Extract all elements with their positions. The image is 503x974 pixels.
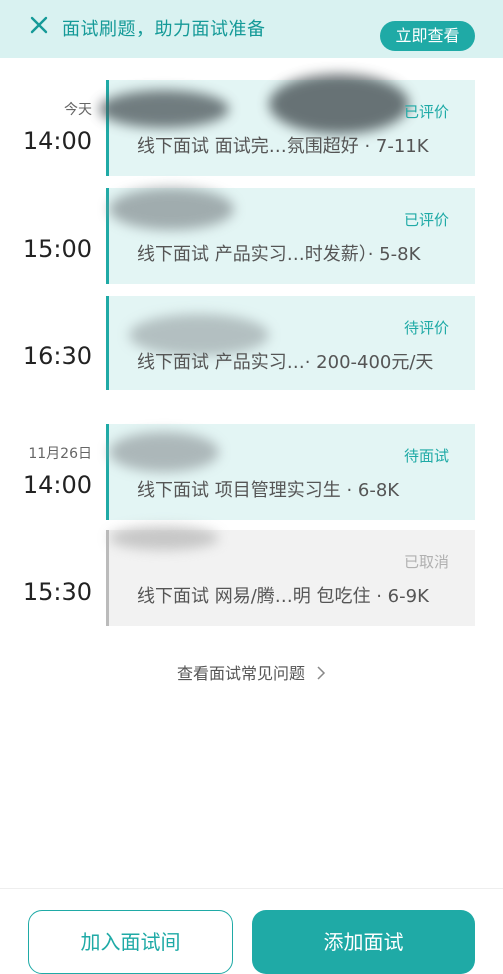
time-label: 15:00 xyxy=(22,235,92,263)
chevron-right-icon xyxy=(317,666,326,680)
faq-link[interactable]: 查看面试常见问题 xyxy=(0,660,503,684)
interview-card[interactable]: 已评价 线下面试 产品实习…时发薪）· 5-8K xyxy=(106,188,475,284)
redacted-blur xyxy=(109,188,234,230)
interview-card[interactable]: 已评价 线下面试 面试完…氛围超好 · 7-11K xyxy=(99,74,475,176)
join-interview-room-button[interactable]: 加入面试间 xyxy=(28,910,233,974)
time-label: 14:00 xyxy=(22,471,92,499)
interview-desc: 线下面试 产品实习…时发薪）· 5-8K xyxy=(137,244,421,265)
interview-card[interactable]: 待面试 线下面试 项目管理实习生 · 6-8K xyxy=(106,424,475,520)
promo-banner: 面试刷题，助力面试准备 立即查看 xyxy=(0,0,503,58)
redacted-blur xyxy=(109,526,219,550)
status-badge: 待评价 xyxy=(403,319,449,337)
status-badge: 已评价 xyxy=(403,211,449,229)
redacted-blur xyxy=(109,432,219,472)
time-label: 15:30 xyxy=(22,578,92,606)
status-badge: 已取消 xyxy=(403,553,449,571)
interview-card[interactable]: 待评价 线下面试 产品实习…· 200-400元/天 xyxy=(106,296,475,390)
redacted-blur xyxy=(99,90,229,128)
faq-label: 查看面试常见问题 xyxy=(176,664,305,683)
status-badge: 已评价 xyxy=(403,103,449,121)
time-label: 16:30 xyxy=(22,342,92,370)
view-now-button[interactable]: 立即查看 xyxy=(380,21,475,51)
status-badge: 待面试 xyxy=(403,447,449,465)
redacted-blur xyxy=(269,74,409,134)
day-label: 11月26日 xyxy=(28,446,92,462)
close-icon[interactable] xyxy=(28,14,50,36)
footer-divider xyxy=(0,888,503,889)
day-label: 今天 xyxy=(64,102,92,118)
interview-desc: 线下面试 面试完…氛围超好 · 7-11K xyxy=(137,136,429,157)
add-interview-button[interactable]: 添加面试 xyxy=(252,910,475,974)
interview-desc: 线下面试 项目管理实习生 · 6-8K xyxy=(137,480,400,501)
banner-title: 面试刷题，助力面试准备 xyxy=(62,19,266,40)
interview-desc: 线下面试 产品实习…· 200-400元/天 xyxy=(137,352,434,373)
interview-desc: 线下面试 网易/腾…明 包吃住 · 6-9K xyxy=(137,586,429,607)
time-label: 14:00 xyxy=(22,127,92,155)
interview-card[interactable]: 已取消 线下面试 网易/腾…明 包吃住 · 6-9K xyxy=(106,526,475,626)
